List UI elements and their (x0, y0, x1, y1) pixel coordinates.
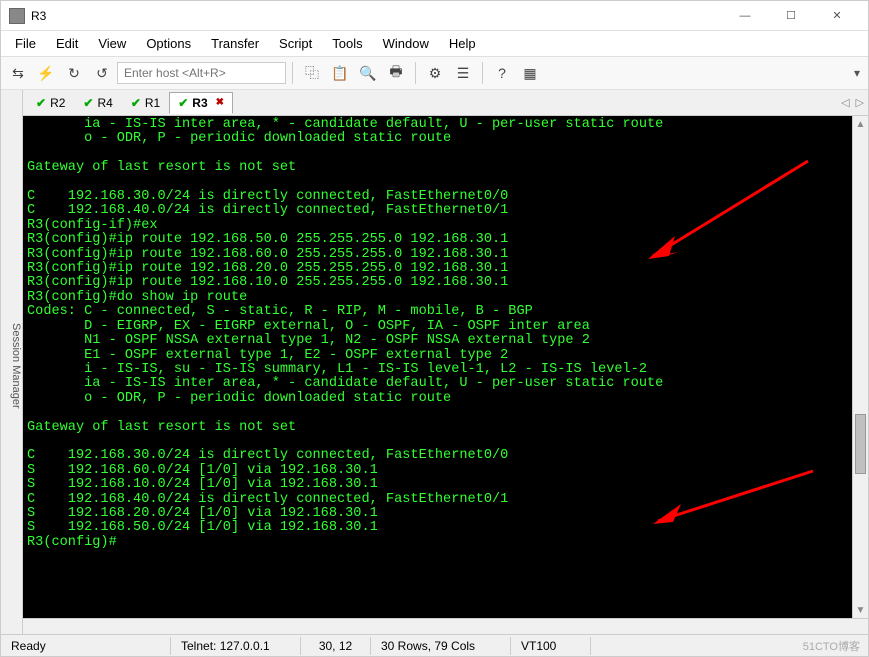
disconnect-icon[interactable]: ↺ (89, 60, 115, 86)
menu-options[interactable]: Options (136, 32, 201, 55)
watermark-text: 51CTO博客 (803, 638, 868, 654)
tab-label: R1 (145, 96, 160, 110)
status-size: 30 Rows, 79 Cols (371, 637, 511, 655)
titlebar: R3 — ☐ ✕ (1, 1, 868, 31)
status-cursor: 30, 12 (301, 637, 371, 655)
window-controls: — ☐ ✕ (722, 2, 860, 30)
status-connection: Telnet: 127.0.0.1 (171, 637, 301, 655)
scroll-down-icon[interactable]: ▼ (853, 602, 868, 618)
app-window: R3 — ☐ ✕ File Edit View Options Transfer… (0, 0, 869, 657)
tab-r4[interactable]: ✔ R4 (74, 92, 121, 114)
menu-script[interactable]: Script (269, 32, 322, 55)
separator (292, 62, 293, 84)
check-icon: ✔ (178, 96, 188, 110)
vertical-scrollbar[interactable]: ▲ ▼ (852, 116, 868, 618)
menu-transfer[interactable]: Transfer (201, 32, 269, 55)
menu-window[interactable]: Window (373, 32, 439, 55)
content-column: ✔ R2 ✔ R4 ✔ R1 ✔ R3 ✖ ◁ ▷ ia - IS-IS inter area,… (23, 90, 868, 634)
status-ready: Ready (1, 637, 171, 655)
scroll-thumb[interactable] (855, 414, 866, 474)
tab-r2[interactable]: ✔ R2 (27, 92, 74, 114)
tab-next-icon[interactable]: ▷ (856, 96, 864, 109)
tab-label: R4 (97, 96, 112, 110)
scroll-up-icon[interactable]: ▲ (853, 116, 868, 132)
connect-icon[interactable]: ⇆ (5, 60, 31, 86)
menu-edit[interactable]: Edit (46, 32, 88, 55)
statusbar: Ready Telnet: 127.0.0.1 30, 12 30 Rows, … (1, 634, 868, 656)
separator (482, 62, 483, 84)
toolbar: ⇆ ⚡ ↻ ↺ ⿻ 📋 🔍 🖶 ⚙ ☰ ? ▦ ▾ (1, 56, 868, 90)
menu-file[interactable]: File (5, 32, 46, 55)
print-icon[interactable]: 🖶 (383, 60, 409, 86)
session-options-icon[interactable]: ☰ (450, 60, 476, 86)
app-icon (9, 8, 25, 24)
copy-icon[interactable]: ⿻ (299, 60, 325, 86)
session-manager-sidebar[interactable]: Session Manager (1, 90, 23, 634)
check-icon: ✔ (36, 96, 46, 110)
host-input[interactable] (117, 62, 286, 84)
find-icon[interactable]: 🔍 (355, 60, 381, 86)
quick-connect-icon[interactable]: ⚡ (33, 60, 59, 86)
terminal-area: ia - IS-IS inter area, * - candidate def… (23, 116, 868, 618)
menu-view[interactable]: View (88, 32, 136, 55)
separator (415, 62, 416, 84)
status-emulation: VT100 (511, 637, 591, 655)
maximize-button[interactable]: ☐ (768, 2, 814, 30)
horizontal-scrollbar[interactable] (23, 618, 868, 634)
menubar: File Edit View Options Transfer Script T… (1, 31, 868, 56)
menu-tools[interactable]: Tools (322, 32, 372, 55)
check-icon: ✔ (131, 96, 141, 110)
tab-r3[interactable]: ✔ R3 ✖ (169, 92, 233, 114)
options-icon[interactable]: ⚙ (422, 60, 448, 86)
tab-nav: ◁ ▷ (841, 96, 864, 109)
reconnect-icon[interactable]: ↻ (61, 60, 87, 86)
terminal-output[interactable]: ia - IS-IS inter area, * - candidate def… (23, 116, 852, 618)
tab-label: R3 (192, 96, 207, 110)
help-icon[interactable]: ? (489, 60, 515, 86)
window-title: R3 (31, 9, 722, 23)
tab-close-icon[interactable]: ✖ (216, 97, 224, 108)
toolbar-overflow-icon[interactable]: ▾ (850, 66, 864, 80)
close-button[interactable]: ✕ (814, 2, 860, 30)
tab-bar: ✔ R2 ✔ R4 ✔ R1 ✔ R3 ✖ ◁ ▷ (23, 90, 868, 116)
check-icon: ✔ (83, 96, 93, 110)
menu-help[interactable]: Help (439, 32, 486, 55)
tab-prev-icon[interactable]: ◁ (841, 96, 849, 109)
paste-icon[interactable]: 📋 (327, 60, 353, 86)
minimize-button[interactable]: — (722, 2, 768, 30)
about-icon[interactable]: ▦ (517, 60, 543, 86)
tab-r1[interactable]: ✔ R1 (122, 92, 169, 114)
tab-label: R2 (50, 96, 65, 110)
main-area: Session Manager ✔ R2 ✔ R4 ✔ R1 ✔ R3 ✖ ◁ ▷ ia - I… (1, 90, 868, 634)
